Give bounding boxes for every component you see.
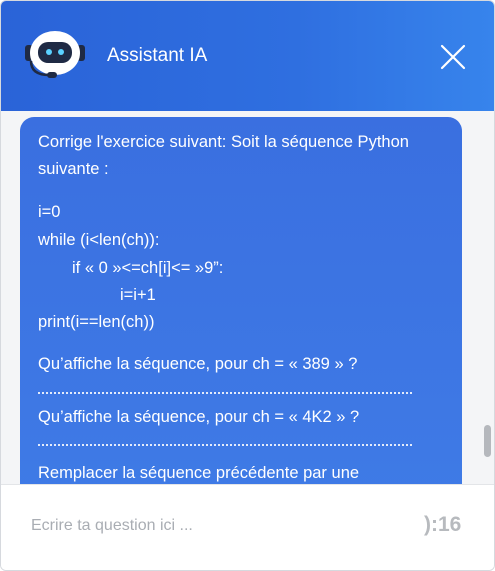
robot-avatar-icon (25, 31, 85, 78)
message-line: Remplacer la séquence précédente par une (38, 464, 360, 482)
composer: ):16 (1, 484, 494, 570)
question-input[interactable] (29, 513, 403, 539)
message-line: suivante : (38, 160, 109, 178)
message-line: Qu’affiche la séquence, pour ch = « 389 … (38, 355, 358, 373)
message-line: i=i+1 (120, 286, 156, 304)
message-line: print(i==len(ch)) (38, 313, 155, 331)
answer-dotted-line (38, 392, 412, 394)
close-icon[interactable] (437, 41, 469, 73)
answer-dotted-line (38, 444, 412, 446)
input-counter: ):16 (424, 513, 462, 536)
chat-messages[interactable]: Corrige l'exercice suivant: Soit la séqu… (1, 111, 494, 484)
chat-window: Assistant IA Corrige l'exercice suivant:… (0, 0, 495, 571)
message-line: Corrige l'exercice suivant: Soit la séqu… (38, 133, 409, 151)
assistant-message: Corrige l'exercice suivant: Soit la séqu… (20, 117, 462, 484)
message-line: while (i<len(ch)): (38, 231, 160, 249)
chat-header: Assistant IA (1, 1, 494, 111)
chat-scrollbar[interactable] (481, 111, 493, 484)
scrollbar-thumb[interactable] (484, 425, 491, 457)
chat-title: Assistant IA (107, 45, 208, 66)
message-line: Qu’affiche la séquence, pour ch = « 4K2 … (38, 408, 360, 426)
message-line: i=0 (38, 203, 61, 221)
message-line: if « 0 »<=ch[i]<= »9”: (72, 259, 224, 277)
